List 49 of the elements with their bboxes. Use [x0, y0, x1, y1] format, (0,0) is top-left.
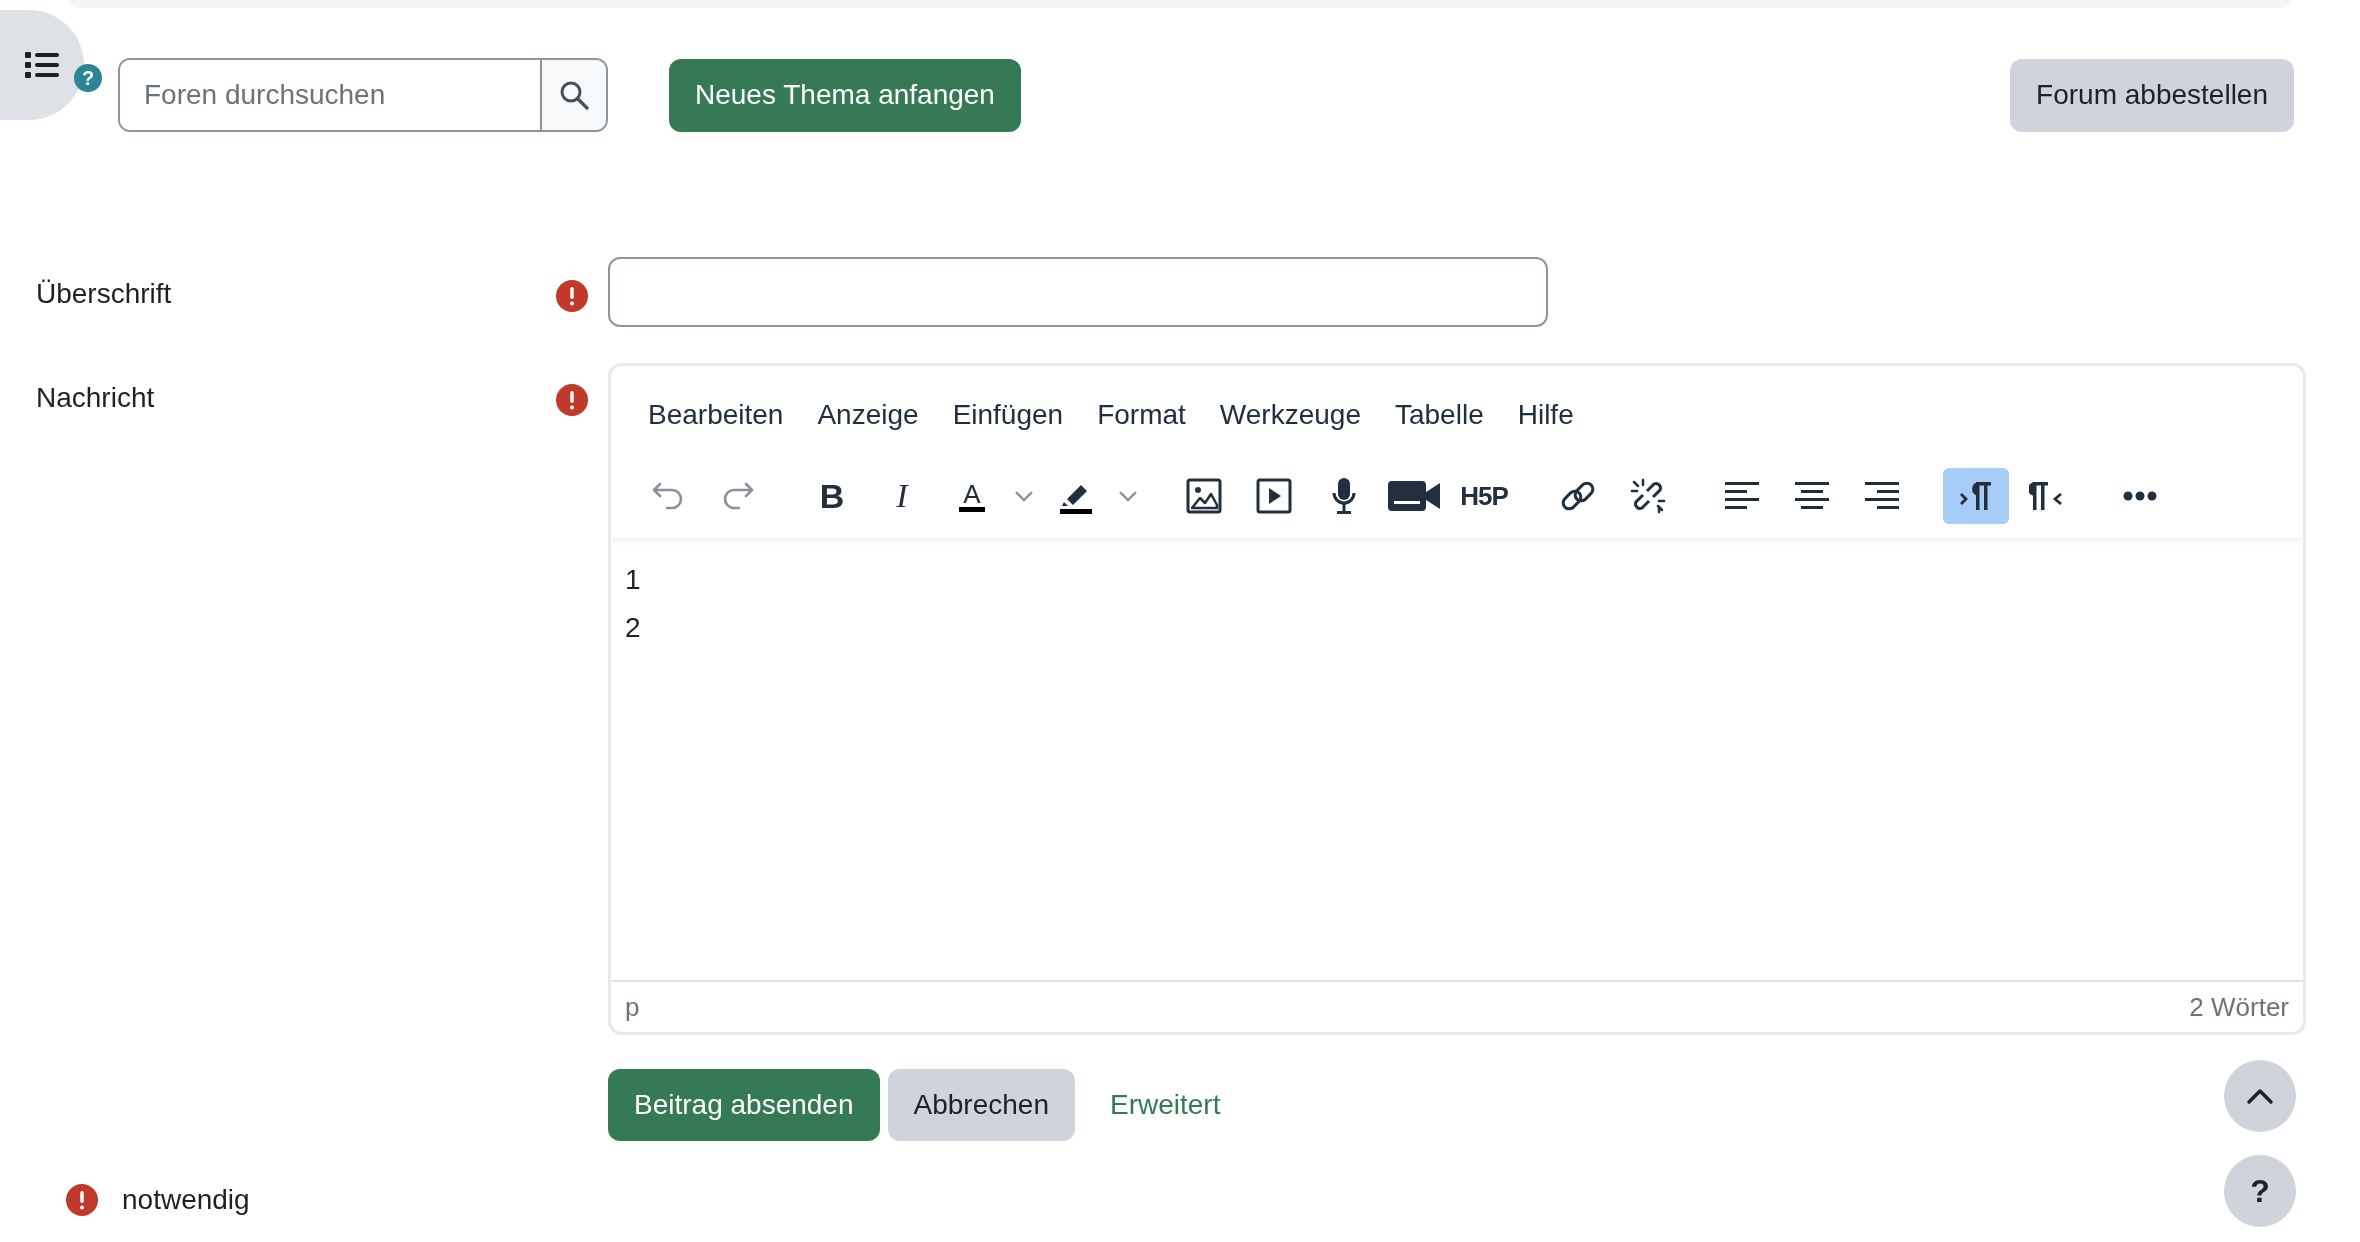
microphone-icon	[1331, 477, 1357, 515]
new-topic-button[interactable]: Neues Thema anfangen	[669, 58, 1021, 132]
menu-item[interactable]: Format	[1080, 394, 1203, 436]
field-label: Überschrift	[36, 277, 173, 311]
align-right-icon	[1865, 482, 1899, 510]
left-to-right-icon	[1959, 480, 1993, 512]
redo-icon	[721, 481, 755, 511]
menu-item[interactable]: Einfügen	[935, 394, 1081, 436]
caret-icon	[1014, 490, 1034, 502]
drawer-toggle-button[interactable]	[0, 10, 84, 120]
chevron-up-icon	[2246, 1087, 2274, 1105]
cancel-button[interactable]: Abbrechen	[887, 1069, 1075, 1141]
image-icon	[1186, 478, 1222, 514]
align-left-icon	[1725, 482, 1759, 510]
undo-icon	[651, 481, 685, 511]
menu-item[interactable]: Tabelle	[1377, 394, 1501, 436]
advanced-link[interactable]: Erweitert	[1109, 1084, 1221, 1126]
title-input-field[interactable]	[608, 257, 1548, 327]
word-count: 2 Wörter	[2189, 990, 2289, 1024]
submit-button[interactable]: Beitrag absenden	[608, 1069, 880, 1141]
field-label: Nachricht	[36, 381, 156, 415]
error-icon	[66, 1184, 98, 1216]
help-badge[interactable]: ?	[74, 64, 102, 92]
unlink-icon	[1629, 477, 1667, 515]
menu-item[interactable]: Werkzeuge	[1202, 394, 1378, 436]
help-button[interactable]: ?	[2224, 1155, 2296, 1227]
list-icon	[25, 52, 59, 78]
align-center-icon	[1795, 482, 1829, 510]
menu-item[interactable]: Anzeige	[800, 394, 936, 436]
search-button[interactable]	[540, 60, 606, 130]
menu-item[interactable]: Bearbeiten	[631, 394, 801, 436]
video-camera-icon	[1388, 479, 1440, 513]
media-icon	[1256, 478, 1292, 514]
toolbar-button[interactable]	[1943, 468, 2009, 524]
right-to-left-icon	[2029, 480, 2063, 512]
element-path[interactable]: p	[625, 987, 640, 1027]
bold-button[interactable]: B	[799, 468, 865, 524]
required-note: notwendig	[122, 1183, 250, 1217]
text-line: 2	[625, 611, 642, 645]
unsubscribe-button[interactable]: Forum abbestellen	[2010, 58, 2294, 132]
caret-icon	[1118, 490, 1138, 502]
h5p-button[interactable]: H5P	[1451, 468, 1517, 524]
search-icon	[559, 80, 589, 110]
italic-button[interactable]: I	[869, 468, 935, 524]
search-field[interactable]: Foren durchsuchen	[118, 58, 608, 132]
menu-item[interactable]: Hilfe	[1500, 394, 1591, 436]
text-color-button[interactable]: A	[939, 468, 1005, 524]
text-line: 1	[625, 563, 642, 597]
more-icon	[2123, 491, 2157, 501]
